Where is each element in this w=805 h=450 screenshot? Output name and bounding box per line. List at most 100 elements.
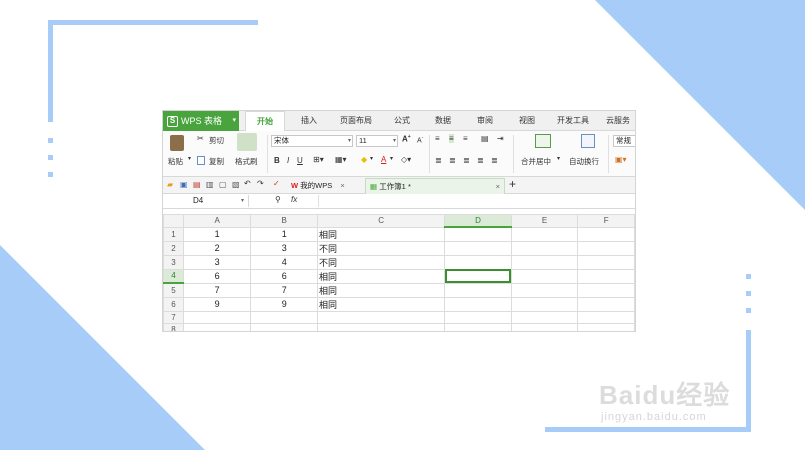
save-icon[interactable]: ▣ (180, 180, 188, 189)
cell-f6[interactable] (577, 296, 635, 312)
cell-d8[interactable] (444, 323, 512, 331)
cell-b5[interactable]: 7 (250, 282, 318, 298)
close-icon[interactable]: × (496, 179, 500, 194)
font-size-select[interactable]: 11 ▾ (356, 135, 398, 147)
clear-format-icon[interactable]: ◇▾ (401, 155, 411, 164)
cell-d7[interactable] (444, 310, 512, 325)
number-format-select[interactable]: 常规 (613, 135, 635, 147)
redo-icon[interactable]: ↷ (257, 179, 264, 188)
justify-icon[interactable]: ≣ (477, 156, 484, 165)
cut-button[interactable]: 剪切 (209, 135, 224, 146)
align-bottom-icon[interactable]: ≡ (463, 134, 468, 143)
cell-a6[interactable]: 9 (182, 296, 252, 312)
currency-format-icon[interactable]: ▣▾ (615, 155, 627, 164)
doc-tab-workbook1[interactable]: ▦ 工作簿1 * × (365, 178, 505, 194)
cell-f1[interactable] (577, 226, 635, 242)
fill-color-icon[interactable]: ◆ (361, 155, 367, 164)
column-header-d[interactable]: D (444, 214, 512, 229)
cell-b8[interactable] (250, 323, 318, 331)
cell-a1[interactable]: 1 (182, 226, 252, 242)
tab-view[interactable]: 视图 (509, 111, 545, 131)
cell-a8[interactable] (182, 323, 252, 331)
align-center-icon[interactable]: ≣ (449, 156, 456, 165)
cell-d5[interactable] (444, 282, 512, 298)
function-fx-button[interactable]: fx (291, 195, 297, 204)
cell-e3[interactable] (510, 254, 579, 270)
cell-e2[interactable] (510, 240, 579, 256)
decrease-font-icon[interactable]: A- (417, 135, 423, 144)
align-right-icon[interactable]: ≣ (463, 156, 470, 165)
cell-f2[interactable] (577, 240, 635, 256)
border-icon[interactable]: ⊞▾ (313, 155, 324, 164)
export-pdf-icon[interactable]: ▤ (193, 180, 201, 189)
cell-f3[interactable] (577, 254, 635, 270)
select-all-corner[interactable] (163, 214, 184, 228)
cell-c2[interactable]: 不同 (316, 240, 446, 256)
fill-pattern-icon[interactable]: ▦▾ (335, 155, 347, 164)
font-color-icon[interactable]: A (381, 155, 386, 164)
print-preview-icon[interactable]: ▢ (219, 180, 227, 189)
row-header[interactable]: 7 (163, 310, 184, 325)
cell-a2[interactable]: 2 (182, 240, 252, 256)
cell-b4[interactable]: 6 (250, 268, 318, 284)
name-box[interactable]: D4 ▾ (163, 195, 249, 207)
tab-cloud-service[interactable]: 云服务 (599, 111, 635, 131)
close-icon[interactable]: × (340, 181, 344, 190)
cell-d3[interactable] (444, 254, 512, 270)
column-header-c[interactable]: C (316, 214, 446, 228)
new-tab-button[interactable]: + (509, 177, 516, 191)
row-header[interactable]: 2 (163, 240, 184, 256)
cell-e8[interactable] (510, 323, 579, 331)
cell-a5[interactable]: 7 (182, 282, 252, 298)
cell-f5[interactable] (577, 282, 635, 298)
cell-b2[interactable]: 3 (250, 240, 318, 256)
print-icon[interactable]: ▥ (206, 180, 214, 189)
cell-c3[interactable]: 不同 (316, 254, 446, 270)
column-header-a[interactable]: A (182, 214, 252, 228)
cell-e5[interactable] (510, 282, 579, 298)
cell-d6[interactable] (444, 296, 512, 312)
cell-c7[interactable] (316, 310, 446, 325)
paste-button[interactable]: 粘贴 (168, 156, 183, 167)
cell-b7[interactable] (250, 310, 318, 325)
align-top-icon[interactable]: ≡ (435, 134, 440, 143)
cell-d4[interactable] (444, 268, 512, 284)
cell-e4[interactable] (510, 268, 579, 284)
cell-a3[interactable]: 3 (182, 254, 252, 270)
row-header[interactable]: 3 (163, 254, 184, 270)
tab-page-layout[interactable]: 页面布局 (331, 111, 381, 131)
align-left-icon[interactable]: ≣ (435, 156, 442, 165)
bold-icon[interactable]: B (274, 156, 280, 165)
cell-c6[interactable]: 相同 (316, 296, 446, 312)
undo-icon[interactable]: ↶ (244, 179, 251, 188)
cell-c5[interactable]: 相同 (316, 282, 446, 298)
align-middle-icon[interactable]: ≡ (449, 134, 454, 143)
increase-font-icon[interactable]: A+ (402, 134, 411, 144)
column-header-b[interactable]: B (250, 214, 318, 228)
indent-icon[interactable]: ⇥ (497, 134, 504, 143)
cell-f7[interactable] (577, 310, 635, 325)
tab-home[interactable]: 开始 (245, 111, 285, 131)
cell-b6[interactable]: 9 (250, 296, 318, 312)
cell-f4[interactable] (577, 268, 635, 284)
cell-d1[interactable] (444, 226, 512, 242)
cell-b1[interactable]: 1 (250, 226, 318, 242)
row-header[interactable]: 8 (163, 323, 184, 331)
format-painter-button[interactable]: 格式刷 (235, 156, 258, 167)
cell-c1[interactable]: 相同 (316, 226, 446, 242)
cell-a4[interactable]: 6 (182, 268, 252, 284)
row-header[interactable]: 6 (163, 296, 184, 312)
doc-tab-my-wps[interactable]: W 我的WPS × (287, 178, 349, 194)
copy-button[interactable]: 复制 (209, 156, 224, 167)
customize-toolbar-icon[interactable]: ✓ (273, 179, 280, 188)
wrap-text-button[interactable]: 自动换行 (569, 156, 599, 167)
distribute-icon[interactable]: ≣ (491, 156, 498, 165)
cell-d2[interactable] (444, 240, 512, 256)
text-direction-icon[interactable]: ▤ (481, 134, 489, 143)
tab-formulas[interactable]: 公式 (385, 111, 419, 131)
italic-icon[interactable]: I (287, 156, 289, 165)
cell-c4[interactable]: 相同 (316, 268, 446, 284)
tab-data[interactable]: 数据 (425, 111, 461, 131)
cell-b3[interactable]: 4 (250, 254, 318, 270)
cell-f8[interactable] (577, 323, 635, 331)
